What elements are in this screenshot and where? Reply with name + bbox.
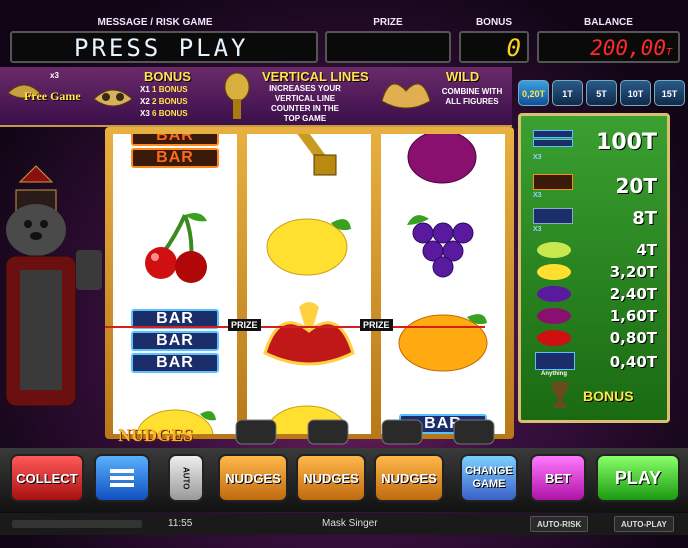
free-game-label: Free Game	[24, 89, 81, 103]
paytable-bonus-label: BONUS	[583, 388, 634, 404]
paytable-row: X3 100T	[533, 130, 657, 161]
bonus-label: BONUS	[475, 17, 513, 28]
menu-button[interactable]	[94, 454, 150, 502]
orange-icon	[381, 294, 505, 388]
paytable-row: X3 8T	[533, 208, 657, 233]
info-banner: Free Game x3 BONUS X1 1 BONUS X2 2 BONUS…	[0, 67, 512, 127]
auto-button[interactable]: AUTO	[168, 454, 204, 502]
bonus-display: 0	[459, 31, 529, 63]
prize-label: PRIZE	[373, 17, 403, 28]
prize-tag-2: PRIZE	[360, 319, 393, 331]
prize-display	[325, 31, 451, 63]
mask-icon	[93, 89, 133, 107]
collect-button[interactable]: COLLECT	[10, 454, 84, 502]
bar-symbol: BAR BAR BAR	[113, 294, 237, 388]
prize-tag-1: PRIZE	[228, 319, 261, 331]
balance-label: BALANCE	[584, 17, 633, 28]
cherries-icon	[113, 200, 237, 294]
payline	[105, 326, 485, 328]
vertical-lines-desc: INCREASES YOUR VERTICAL LINE COUNTER IN …	[269, 84, 341, 123]
paytable-value: 4T	[636, 241, 657, 259]
bar-symbol: BARBAR	[113, 134, 237, 194]
plum-icon	[381, 134, 505, 198]
lemon-icon	[247, 198, 371, 292]
paytable-row: 4T	[521, 240, 667, 262]
wild-mask-icon	[247, 290, 371, 384]
paytable-row: 2,40T	[521, 284, 667, 306]
status-bar: 11:55 Mask Singer AUTO-RISK AUTO-PLAY	[0, 513, 688, 535]
reel-frame: BAR BAR BAR BAR BAR BAR	[105, 127, 514, 439]
trophy-icon	[551, 382, 569, 408]
auto-risk-toggle[interactable]: AUTO-RISK	[530, 516, 589, 532]
bonus-value: 0	[506, 34, 521, 62]
paytable-row: X3 20T	[533, 174, 657, 199]
wild-title: WILD	[446, 69, 480, 84]
reel-3: BARBAR	[381, 134, 505, 434]
bet-option-1[interactable]: 1T	[552, 80, 583, 106]
bet-option-4[interactable]: 15T	[654, 80, 685, 106]
lemon-icon	[537, 264, 571, 280]
bet-option-0[interactable]: 0,20T	[518, 80, 549, 106]
auto-play-toggle[interactable]: AUTO-PLAY	[614, 516, 674, 532]
paytable-value: 0,40T	[609, 353, 657, 371]
nudges-label: NUDGES	[118, 425, 194, 445]
bar-bar-bar-icon	[533, 130, 573, 147]
clock: 11:55	[168, 518, 193, 529]
reel-2	[247, 134, 371, 434]
balance-value: 200,00T	[590, 36, 672, 60]
paytable-value: 20T	[615, 174, 657, 198]
grapes-icon	[537, 286, 571, 302]
message-display: PRESS PLAY	[10, 31, 318, 63]
paytable-value: 100T	[596, 130, 657, 155]
reel-1: BAR BAR BAR BAR BAR	[113, 134, 237, 434]
paytable-value: 3,20T	[609, 263, 657, 281]
spotlight-icons	[235, 419, 495, 445]
grapes-icon	[381, 200, 505, 294]
cherries-icon	[537, 330, 571, 346]
paytable-value: 8T	[632, 208, 657, 229]
microphone-icon	[247, 134, 371, 198]
nudge-button-1[interactable]: NUDGES	[218, 454, 288, 502]
hamburger-icon	[110, 469, 134, 487]
bonus-title: BONUS	[144, 69, 191, 84]
microphone-icon	[224, 72, 250, 119]
paytable-row: 0,80T	[521, 328, 667, 350]
paytable: X3 100T X3 20T X3 8T 4T 3,20T 2,40T 1,60…	[518, 113, 670, 423]
paytable-row: 1,60T	[521, 306, 667, 328]
bonus-row-3: X3 6 BONUS	[140, 109, 188, 118]
bar-any-icon	[535, 352, 575, 370]
paytable-row: Anything 0,40T	[521, 352, 667, 377]
melon-icon	[537, 242, 571, 258]
free-game-multiplier: x3	[50, 71, 59, 80]
bet-option-2[interactable]: 5T	[586, 80, 617, 106]
plum-icon	[537, 308, 571, 324]
change-game-button[interactable]: CHANGE GAME	[460, 454, 518, 502]
bonus-row-1: X1 1 BONUS	[140, 85, 188, 94]
game-stage: MESSAGE / RISK GAME PRIZE BONUS BALANCE …	[0, 0, 688, 548]
paytable-value: 0,80T	[609, 329, 657, 347]
samurai-character-icon	[5, 165, 102, 407]
bonus-row-2: X2 2 BONUS	[140, 97, 188, 106]
wild-desc: COMBINE WITH ALL FIGURES	[441, 87, 503, 106]
balance-display: 200,00T	[537, 31, 680, 63]
vertical-lines-title: VERTICAL LINES	[262, 69, 369, 84]
progress-track	[12, 520, 142, 528]
paytable-value: 1,60T	[609, 307, 657, 325]
message-text: PRESS PLAY	[74, 34, 249, 62]
bet-button[interactable]: BET	[530, 454, 586, 502]
paytable-value: 2,40T	[609, 285, 657, 303]
wild-mask-icon	[381, 83, 431, 109]
bar-mixed-icon	[533, 208, 573, 224]
bar-orange-icon	[533, 174, 573, 190]
play-button[interactable]: PLAY	[596, 454, 680, 502]
paytable-row: 3,20T	[521, 262, 667, 284]
nudge-button-2[interactable]: NUDGES	[296, 454, 366, 502]
bet-option-3[interactable]: 10T	[620, 80, 651, 106]
game-name: Mask Singer	[322, 518, 378, 529]
message-label: MESSAGE / RISK GAME	[97, 17, 213, 28]
nudge-button-3[interactable]: NUDGES	[374, 454, 444, 502]
